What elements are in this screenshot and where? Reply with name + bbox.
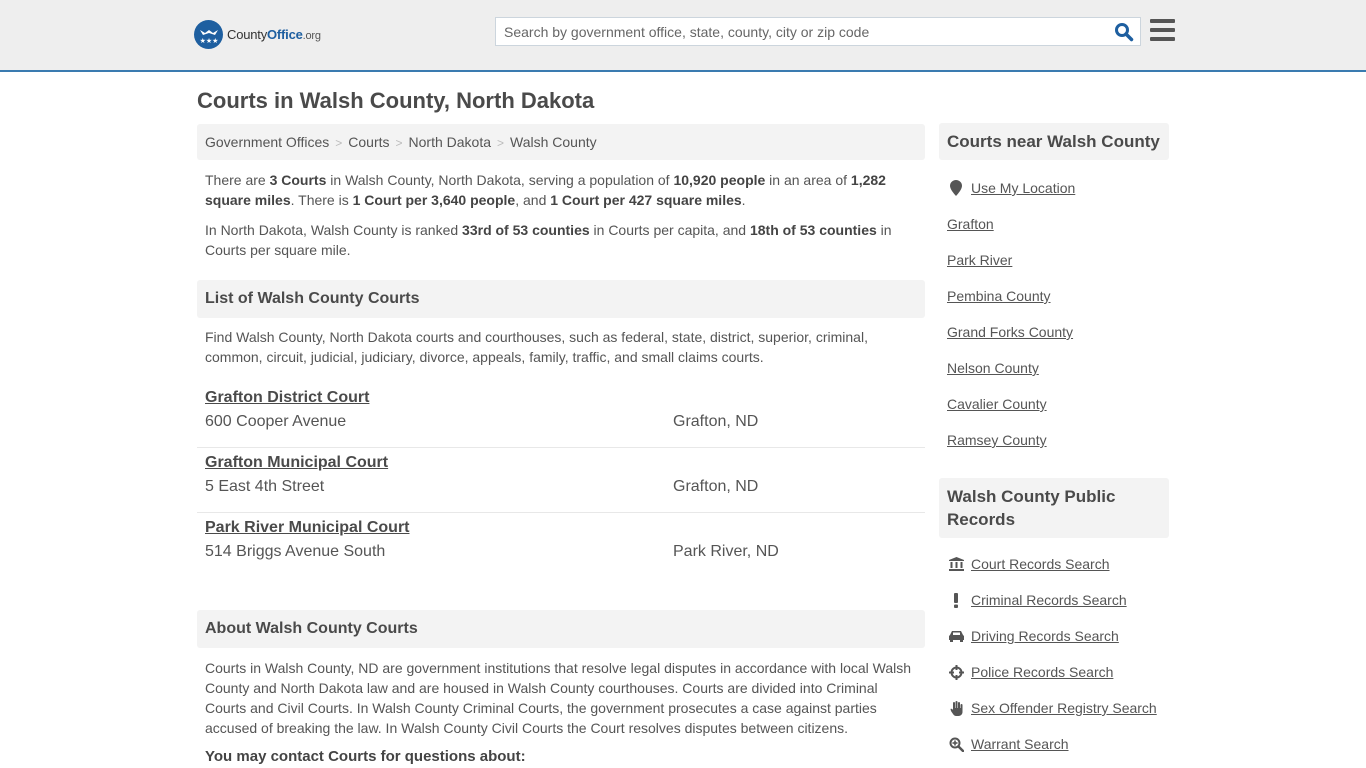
menu-bar-icon bbox=[1150, 37, 1175, 41]
rank-per-area: 18th of 53 counties bbox=[749, 222, 877, 238]
courts-per-capita: 1 Court per 3,640 people bbox=[352, 192, 516, 208]
nearby-item: Nelson County bbox=[947, 350, 1169, 386]
nearby-link-ramsey-county[interactable]: Ramsey County bbox=[947, 422, 1047, 458]
nearby-link-cavalier-county[interactable]: Cavalier County bbox=[947, 386, 1047, 422]
records-item: Police Records Search bbox=[947, 654, 1169, 690]
text: in Courts per capita, and bbox=[589, 222, 750, 238]
courts-list-intro: Find Walsh County, North Dakota courts a… bbox=[205, 329, 868, 365]
about-text: Courts in Walsh County, ND are governmen… bbox=[205, 660, 912, 736]
breadcrumb-government-offices[interactable]: Government Offices bbox=[205, 134, 329, 150]
crosshairs-icon bbox=[947, 664, 965, 680]
hand-icon bbox=[947, 700, 965, 716]
nearby-link-grand-forks-county[interactable]: Grand Forks County bbox=[947, 314, 1073, 350]
logo-text-county: County bbox=[227, 27, 267, 42]
court-address: 600 Cooper Avenue bbox=[205, 413, 347, 430]
summary-paragraph: There are 3 Courts in Walsh County, Nort… bbox=[197, 170, 925, 210]
court-name-link[interactable]: Park River Municipal Court bbox=[205, 519, 410, 537]
search-box bbox=[495, 17, 1141, 46]
contact-heading: You may contact Courts for questions abo… bbox=[205, 748, 526, 765]
search-button[interactable] bbox=[1114, 22, 1134, 42]
breadcrumb-separator: > bbox=[335, 136, 343, 150]
population: 10,920 people bbox=[673, 172, 766, 188]
court-address: 514 Briggs Avenue South bbox=[205, 543, 386, 560]
nearby-link-pembina-county[interactable]: Pembina County bbox=[947, 278, 1051, 314]
court-item: Grafton District Court 600 Cooper Avenue… bbox=[197, 383, 925, 448]
nearby-item: Grafton bbox=[947, 206, 1169, 242]
text: In North Dakota, Walsh County is ranked bbox=[205, 222, 463, 238]
zoom-in-icon bbox=[947, 736, 965, 752]
use-my-location-item: Use My Location bbox=[947, 170, 1169, 206]
courts-per-area: 1 Court per 427 square miles bbox=[550, 192, 742, 208]
warrant-search-link[interactable]: Warrant Search bbox=[971, 726, 1069, 762]
nearby-item: Park River bbox=[947, 242, 1169, 278]
eagle-logo-icon: ★★★ bbox=[194, 20, 223, 49]
breadcrumb-separator: > bbox=[395, 136, 403, 150]
court-count: 3 Courts bbox=[269, 172, 327, 188]
nearby-list: Use My Location Grafton Park River Pembi… bbox=[939, 170, 1169, 458]
search-icon bbox=[1115, 23, 1134, 42]
court-item: Park River Municipal Court 514 Briggs Av… bbox=[197, 513, 925, 578]
sex-offender-registry-search-link[interactable]: Sex Offender Registry Search bbox=[971, 690, 1157, 726]
site-logo[interactable]: ★★★ CountyOffice.org bbox=[194, 20, 321, 49]
court-city: Grafton, ND bbox=[673, 478, 759, 495]
courts-near-heading: Courts near Walsh County bbox=[939, 123, 1169, 160]
nearby-link-grafton[interactable]: Grafton bbox=[947, 206, 994, 242]
nearby-link-park-river[interactable]: Park River bbox=[947, 242, 1012, 278]
hamburger-menu-button[interactable] bbox=[1150, 19, 1175, 41]
criminal-records-search-link[interactable]: Criminal Records Search bbox=[971, 582, 1127, 618]
courthouse-icon bbox=[947, 556, 965, 572]
courts-list: Grafton District Court 600 Cooper Avenue… bbox=[197, 383, 925, 578]
text: in an area of bbox=[765, 172, 851, 188]
court-name-link[interactable]: Grafton Municipal Court bbox=[205, 454, 388, 472]
map-marker-icon bbox=[947, 180, 965, 196]
main-content: Government Offices > Courts > North Dakota > W… bbox=[197, 124, 925, 765]
logo-text-office: Office bbox=[267, 27, 303, 42]
use-my-location-link[interactable]: Use My Location bbox=[971, 170, 1075, 206]
court-item: Grafton Municipal Court 5 East 4th Stree… bbox=[197, 448, 925, 513]
nearby-item: Cavalier County bbox=[947, 386, 1169, 422]
page-title: Courts in Walsh County, North Dakota bbox=[197, 88, 595, 113]
court-records-search-link[interactable]: Court Records Search bbox=[971, 546, 1110, 582]
search-input[interactable] bbox=[496, 18, 1096, 45]
breadcrumb-courts[interactable]: Courts bbox=[348, 134, 389, 150]
records-item: Driving Records Search bbox=[947, 618, 1169, 654]
court-address: 5 East 4th Street bbox=[205, 478, 325, 495]
menu-bar-icon bbox=[1150, 28, 1175, 32]
court-city: Park River, ND bbox=[673, 543, 779, 560]
site-header: ★★★ CountyOffice.org bbox=[0, 0, 1366, 72]
text: . There is bbox=[290, 192, 353, 208]
menu-bar-icon bbox=[1150, 19, 1175, 23]
breadcrumb-walsh-county[interactable]: Walsh County bbox=[510, 134, 597, 150]
text: There are bbox=[205, 172, 270, 188]
police-records-search-link[interactable]: Police Records Search bbox=[971, 654, 1113, 690]
logo-text-tld: .org bbox=[302, 30, 321, 42]
nearby-link-nelson-county[interactable]: Nelson County bbox=[947, 350, 1039, 386]
text: . bbox=[741, 192, 746, 208]
records-item: Court Records Search bbox=[947, 546, 1169, 582]
about-heading: About Walsh County Courts bbox=[197, 610, 925, 648]
nearby-item: Ramsey County bbox=[947, 422, 1169, 458]
rank-per-capita: 33rd of 53 counties bbox=[462, 222, 590, 238]
exclamation-icon bbox=[947, 592, 965, 608]
sidebar: Courts near Walsh County Use My Location… bbox=[939, 123, 1169, 762]
courts-list-heading: List of Walsh County Courts bbox=[197, 280, 925, 318]
public-records-list: Court Records Search Criminal Records Se… bbox=[939, 546, 1169, 762]
nearby-item: Pembina County bbox=[947, 278, 1169, 314]
text: in Walsh County, North Dakota, serving a… bbox=[326, 172, 674, 188]
nearby-item: Grand Forks County bbox=[947, 314, 1169, 350]
public-records-heading: Walsh County Public Records bbox=[939, 478, 1169, 538]
court-name-link[interactable]: Grafton District Court bbox=[205, 389, 369, 407]
court-city: Grafton, ND bbox=[673, 413, 759, 430]
driving-records-search-link[interactable]: Driving Records Search bbox=[971, 618, 1119, 654]
breadcrumb: Government Offices > Courts > North Dakota > W… bbox=[197, 124, 925, 160]
breadcrumb-north-dakota[interactable]: North Dakota bbox=[409, 134, 491, 150]
text: , and bbox=[515, 192, 551, 208]
records-item: Criminal Records Search bbox=[947, 582, 1169, 618]
car-icon bbox=[947, 628, 965, 644]
records-item: Warrant Search bbox=[947, 726, 1169, 762]
records-item: Sex Offender Registry Search bbox=[947, 690, 1169, 726]
breadcrumb-separator: > bbox=[497, 136, 505, 150]
ranking-paragraph: In North Dakota, Walsh County is ranked … bbox=[197, 220, 925, 260]
svg-text:★★★: ★★★ bbox=[199, 37, 218, 45]
